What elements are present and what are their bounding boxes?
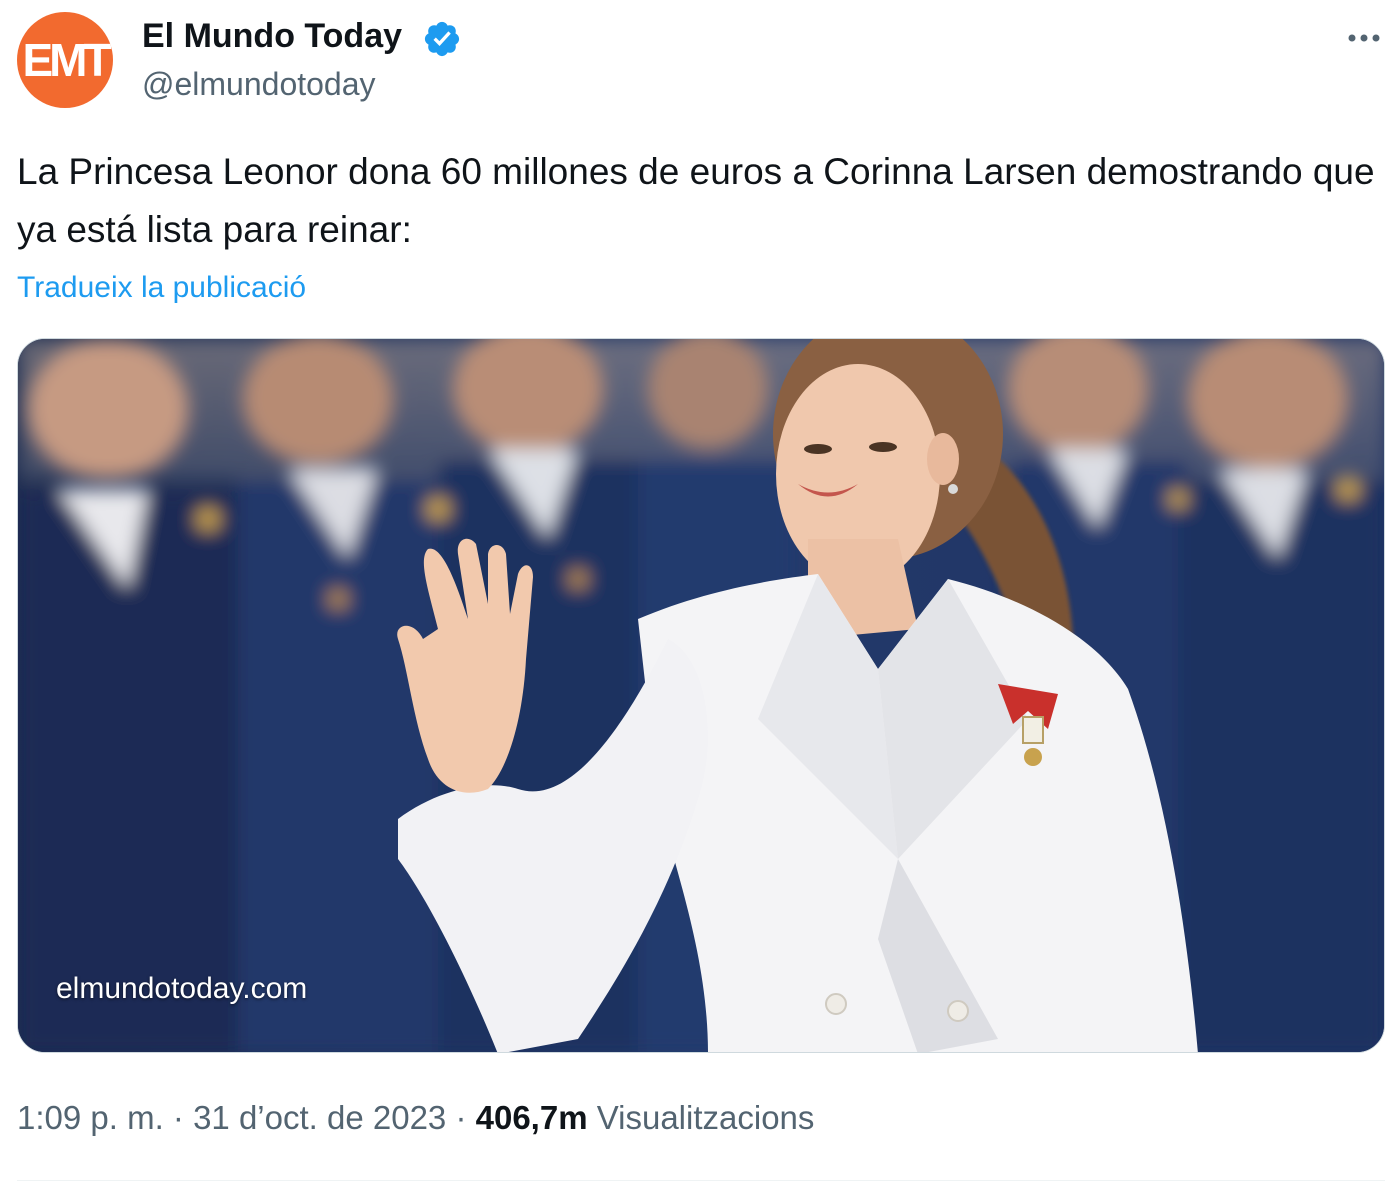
more-options-icon [1348, 34, 1380, 42]
more-options-button[interactable] [1338, 16, 1390, 60]
views-label: Visualitzacions [596, 1099, 815, 1136]
tweet-text: La Princesa Leonor dona 60 millones de e… [17, 151, 1375, 250]
meta-separator: · [446, 1099, 476, 1136]
image-watermark: elmundotoday.com [56, 972, 308, 1005]
verified-badge-icon [424, 21, 460, 57]
divider [17, 1180, 1385, 1181]
author-handle[interactable]: @elmundotoday [142, 63, 376, 105]
avatar[interactable]: EMT [17, 12, 113, 108]
avatar-logo-text: EMT [22, 34, 111, 86]
tweet-image[interactable]: elmundotoday.com [17, 338, 1385, 1053]
tweet-date[interactable]: 31 d’oct. de 2023 [193, 1099, 446, 1136]
views-count: 406,7m [475, 1099, 588, 1136]
author-name[interactable]: El Mundo Today [142, 14, 402, 58]
translate-post-link[interactable]: Tradueix la publicació [17, 268, 306, 308]
meta-separator: · [163, 1099, 194, 1136]
tweet-time[interactable]: 1:09 p. m. [17, 1099, 164, 1136]
photo-illustration [18, 339, 1384, 1052]
tweet-meta: 1:09 p. m. · 31 d’oct. de 2023 · 406,7m … [17, 1096, 814, 1140]
